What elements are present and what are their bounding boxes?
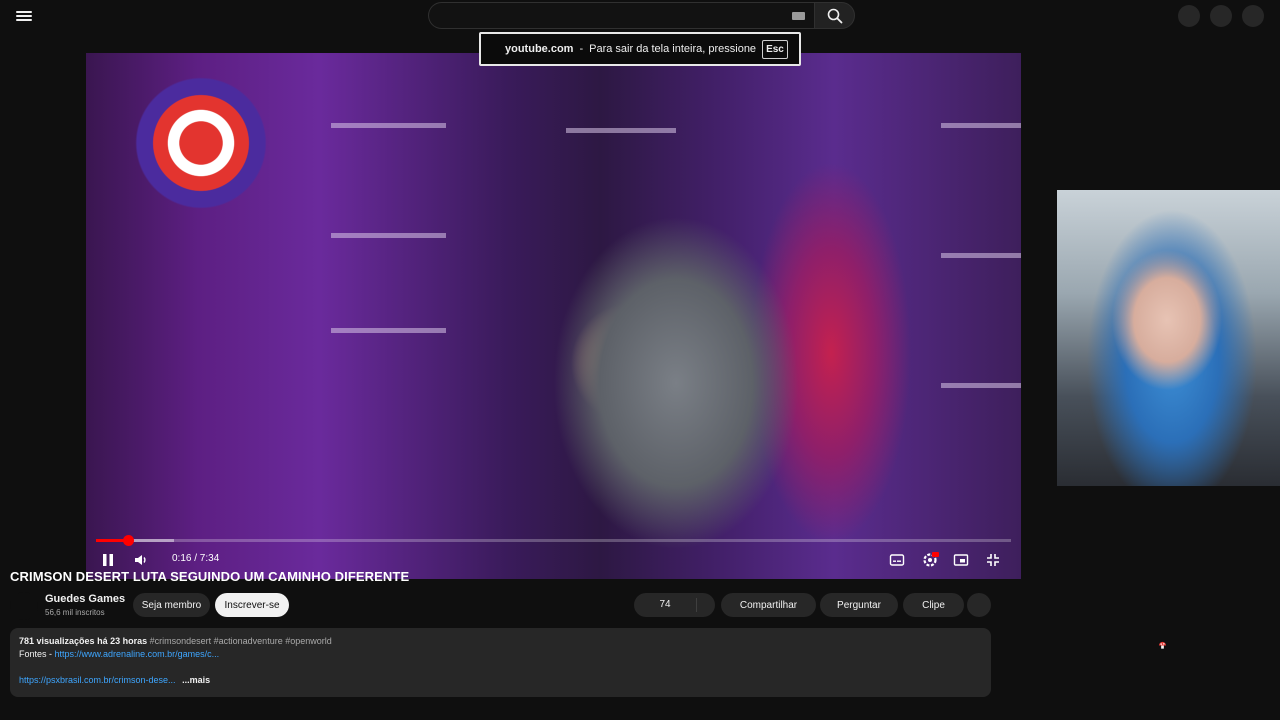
miniplayer-icon — [953, 554, 969, 566]
mushroom-icon — [1158, 641, 1167, 649]
sources-label: Fontes - — [19, 649, 53, 659]
shelf — [941, 253, 1021, 258]
mute-button[interactable] — [133, 549, 149, 571]
settings-button[interactable] — [921, 549, 939, 571]
captions-button[interactable] — [889, 549, 905, 571]
fullscreen-exit-notice: youtube.com - Para sair da tela inteira,… — [479, 32, 801, 66]
ask-button[interactable]: Perguntar — [820, 593, 898, 617]
join-button[interactable]: Seja membro — [133, 593, 210, 617]
source-link-2[interactable]: https://psxbrasil.com.br/crimson-dese... — [19, 675, 176, 685]
notice-message: Para sair da tela inteira, pressione — [589, 43, 757, 55]
shelf — [331, 123, 446, 128]
esc-key-badge: Esc — [762, 39, 788, 59]
clip-button[interactable]: Clipe — [903, 593, 964, 617]
notifications-button[interactable] — [1210, 5, 1232, 27]
pause-icon — [103, 554, 113, 566]
webcam-overlay — [1057, 190, 1280, 486]
source-link-1[interactable]: https://www.adrenaline.com.br/games/c... — [55, 649, 220, 659]
hamburger-menu-icon[interactable] — [16, 8, 32, 24]
create-button[interactable] — [1178, 5, 1200, 27]
shelf — [331, 233, 446, 238]
notice-separator: - — [579, 43, 584, 55]
captions-icon — [889, 554, 905, 566]
subscriber-count: 56,6 mil inscritos — [45, 608, 105, 617]
settings-icon — [923, 552, 939, 567]
shelf — [331, 328, 446, 333]
shelf — [941, 123, 1021, 128]
youtube-watch-page: 0:16 / 7:34 youtube.com - Para sair da t… — [0, 0, 1280, 720]
channel-avatar[interactable] — [10, 592, 38, 620]
search-icon — [827, 8, 842, 23]
subscribe-button[interactable]: Inscrever-se — [215, 593, 289, 617]
more-actions-button[interactable] — [967, 593, 991, 617]
time-display: 0:16 / 7:34 — [172, 553, 220, 564]
video-player[interactable]: 0:16 / 7:34 — [86, 53, 1021, 579]
like-dislike-group[interactable]: 74 — [634, 593, 715, 617]
channel-name[interactable]: Guedes Games — [45, 593, 125, 605]
show-more-link[interactable]: ...mais — [182, 675, 210, 685]
video-title: CRIMSON DESERT LUTA SEGUINDO UM CAMINHO … — [10, 569, 410, 584]
shelf — [941, 383, 1021, 388]
keyboard-icon[interactable] — [792, 12, 805, 20]
hashtags[interactable]: #crimsondesert #actionadventure #openwor… — [150, 636, 332, 646]
exit-fullscreen-icon — [987, 554, 999, 566]
search-button[interactable] — [814, 2, 855, 29]
share-button[interactable]: Compartilhar — [721, 593, 816, 617]
avatar[interactable] — [1242, 5, 1264, 27]
pause-button[interactable] — [100, 549, 116, 571]
progress-bar[interactable] — [96, 535, 1011, 546]
notice-domain: youtube.com — [505, 43, 574, 55]
upload-age: há 23 horas — [97, 636, 148, 646]
scrubber-handle[interactable] — [123, 535, 135, 546]
like-count[interactable]: 74 — [634, 598, 697, 612]
shelf — [566, 128, 676, 133]
miniplayer-button[interactable] — [953, 549, 969, 571]
volume-icon — [135, 555, 146, 565]
view-count: 781 visualizações — [19, 636, 95, 646]
description-box[interactable]: 781 visualizações há 23 horas #crimsonde… — [10, 628, 991, 697]
search-input[interactable] — [428, 2, 814, 29]
exit-fullscreen-button[interactable] — [985, 549, 1001, 571]
